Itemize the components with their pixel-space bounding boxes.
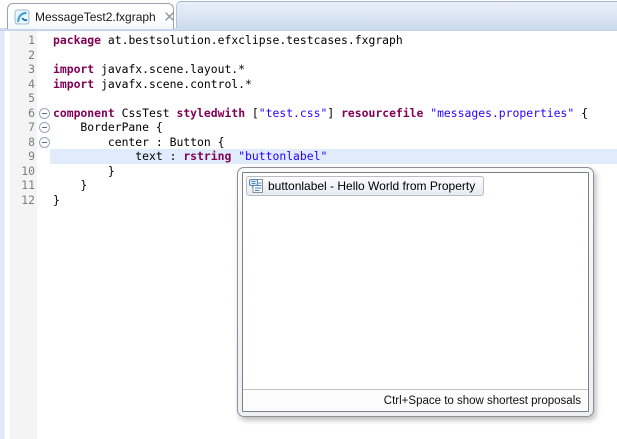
line-number: 2 (10, 48, 35, 63)
line-number: 6 (10, 106, 35, 121)
code-line: } (53, 164, 115, 179)
line-number: 3 (10, 62, 35, 77)
code-line: package at.bestsolution.efxclipse.testca… (53, 33, 403, 48)
code-line: import javafx.scene.layout.* (53, 62, 245, 77)
code-line: } (53, 178, 87, 193)
line-number: 8 (10, 135, 35, 150)
code-line: import javafx.scene.control.* (53, 77, 252, 92)
tab-title: MessageTest2.fxgraph (35, 10, 156, 24)
fxgraph-file-icon (14, 9, 30, 25)
code-line: text : rstring "buttonlabel" (53, 149, 327, 164)
tab-bar-background (176, 1, 617, 29)
proposal-status-text: Ctrl+Space to show shortest proposals (384, 395, 581, 407)
code-line: BorderPane { (53, 120, 163, 135)
close-icon[interactable] (165, 12, 174, 21)
code-line: center : Button { (53, 135, 224, 150)
content-assist-panel: buttonlabel - Hello World from Property … (242, 172, 589, 412)
proposal-list: buttonlabel - Hello World from Property (243, 173, 588, 389)
fold-collapse-icon[interactable] (39, 108, 50, 119)
line-number: 1 (10, 33, 35, 48)
fold-collapse-icon[interactable] (39, 122, 50, 133)
properties-key-icon (249, 178, 265, 194)
proposal-status-bar: Ctrl+Space to show shortest proposals (243, 389, 588, 411)
line-number: 11 (10, 178, 35, 193)
line-number: 7 (10, 120, 35, 135)
code-line: component CssTest styledwith ["test.css"… (53, 106, 588, 121)
line-number: 5 (10, 91, 35, 106)
line-number: 10 (10, 164, 35, 179)
tab-messagetest2-fxgraph[interactable]: MessageTest2.fxgraph (7, 3, 174, 29)
line-number: 9 (10, 149, 35, 164)
proposal-item[interactable]: buttonlabel - Hello World from Property (246, 176, 484, 196)
line-number: 12 (10, 193, 35, 208)
editor-tab-bar: MessageTest2.fxgraph (0, 0, 617, 31)
content-assist-popup: buttonlabel - Hello World from Property … (237, 167, 594, 417)
fold-collapse-icon[interactable] (39, 137, 50, 148)
proposal-label: buttonlabel - Hello World from Property (268, 179, 475, 193)
line-number: 4 (10, 77, 35, 92)
code-line: } (53, 193, 60, 208)
